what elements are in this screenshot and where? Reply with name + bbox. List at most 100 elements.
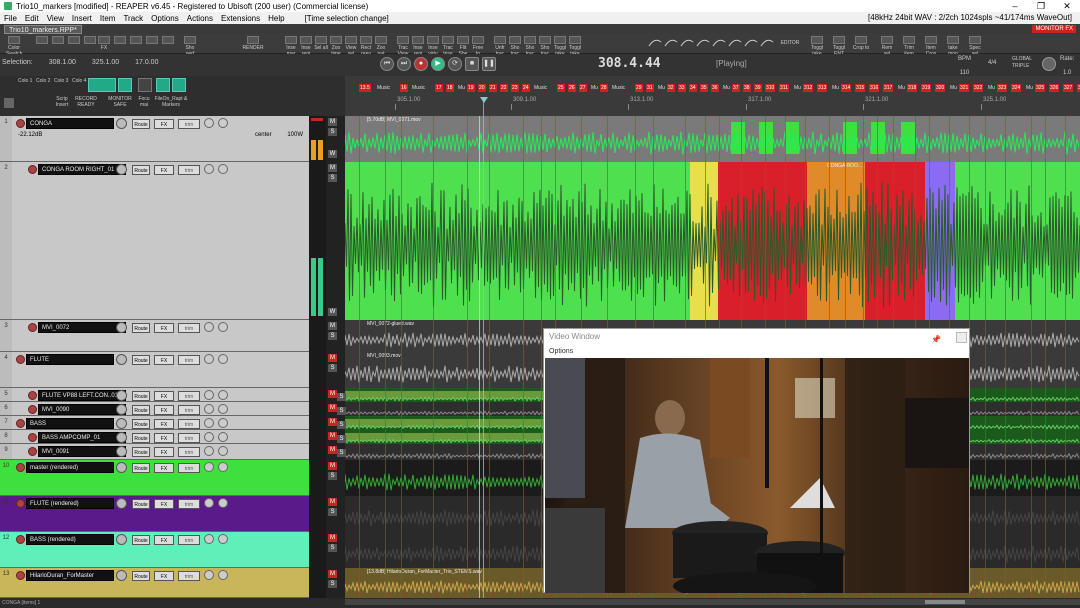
solo-button[interactable]: S [328, 472, 337, 480]
width-knob[interactable] [218, 418, 228, 428]
fx-button[interactable]: FX [154, 405, 174, 415]
mute-button[interactable]: M [328, 432, 337, 440]
fx-button[interactable]: FX [154, 419, 174, 429]
track-name[interactable]: FLUTE VP88 LEFT.CON..01 [38, 390, 126, 401]
monitor-fx-button[interactable]: MONITOR FX [1032, 25, 1076, 33]
disk-button[interactable] [66, 36, 82, 52]
trim-button[interactable]: trim [178, 355, 200, 365]
toolbar-action-10[interactable]: Trac Inse [441, 36, 455, 57]
mute-button[interactable]: M [328, 164, 337, 172]
perf-button[interactable]: Sho perf [182, 36, 198, 57]
pan-knob[interactable] [204, 418, 214, 428]
mute-button[interactable]: M [328, 446, 337, 454]
menu-extensions[interactable]: Extensions [217, 14, 264, 23]
fx-button[interactable]: FX [154, 447, 174, 457]
marker-label[interactable]: 317 [883, 84, 894, 92]
marker-label[interactable]: 310 [765, 84, 776, 92]
curve2-icon[interactable] [680, 36, 694, 52]
record-arm-button[interactable] [16, 355, 25, 364]
focus-main-button[interactable]: Focu mai [136, 96, 152, 108]
track-panel-12[interactable]: 12 BASS (rendered) Route FX trim [0, 532, 309, 568]
fx-button[interactable]: FX [154, 535, 174, 545]
menu-file[interactable]: File [0, 14, 21, 23]
route-button[interactable]: Route [132, 165, 150, 175]
toolbar-edit-action-0[interactable]: Toggl take [808, 36, 826, 57]
volume-knob[interactable] [116, 432, 127, 443]
toolbar-edit-action-5[interactable]: Item Cros [922, 36, 940, 57]
pan-knob[interactable] [204, 462, 214, 472]
record-arm-button[interactable] [28, 433, 37, 442]
time-signature[interactable]: 4/4 [988, 60, 996, 66]
grid-toggle-icon[interactable] [156, 78, 170, 92]
fx-button[interactable]: FX [154, 463, 174, 473]
solo-button[interactable]: S [328, 544, 337, 552]
record-arm-button[interactable] [16, 499, 25, 508]
trim-button[interactable]: trim [178, 405, 200, 415]
pan-knob[interactable] [204, 534, 214, 544]
route-button[interactable]: Route [132, 419, 150, 429]
marker-label[interactable]: Music [411, 84, 426, 92]
marker-label[interactable]: 33 [678, 84, 686, 92]
marker-label[interactable]: Mu [949, 84, 958, 92]
menu-insert[interactable]: Insert [68, 14, 96, 23]
trim-button[interactable]: trim [178, 419, 200, 429]
menu-actions[interactable]: Actions [183, 14, 217, 23]
track-name[interactable]: BASS (rendered) [26, 534, 114, 545]
sliders-button[interactable] [128, 36, 144, 52]
width-knob[interactable] [218, 390, 228, 400]
marker-label[interactable]: 29 [635, 84, 643, 92]
marker-label[interactable]: 38 [743, 84, 751, 92]
width-knob[interactable] [218, 118, 228, 128]
sync-display[interactable]: GLOBAL TRIPLE [1012, 56, 1032, 70]
route-button[interactable]: Route [132, 463, 150, 473]
toolbar-action-12[interactable]: Free to [471, 36, 485, 57]
toolbar-action-0[interactable]: Inse mar [284, 36, 298, 57]
mute-button[interactable]: M [328, 354, 337, 362]
go-to-end-button[interactable]: ⏭ [397, 57, 411, 71]
play-button[interactable]: ▶ [431, 57, 445, 71]
track-panel-10[interactable]: 10 master (rendered) Route FX trim [0, 460, 309, 496]
record-arm-button[interactable] [16, 571, 25, 580]
menu-track[interactable]: Track [119, 14, 147, 23]
pin-icon[interactable]: 📌 [931, 332, 941, 348]
track-name[interactable]: FLUTE [26, 354, 114, 365]
record-arm-button[interactable] [28, 405, 37, 414]
pan-knob[interactable] [204, 446, 214, 456]
mute-button[interactable]: M [328, 534, 337, 542]
snap-icon[interactable] [172, 78, 186, 92]
width-knob[interactable] [218, 446, 228, 456]
track-name[interactable]: BASS AMPCOMP_01 [38, 432, 126, 443]
width-knob[interactable] [218, 404, 228, 414]
marker-label[interactable]: 31 [646, 84, 654, 92]
toolbar-action-7[interactable]: Trac View [396, 36, 410, 57]
marker-label[interactable]: 25 [557, 84, 565, 92]
toolbar-action-18[interactable]: Toggl take [568, 36, 582, 57]
track-panel-3[interactable]: 3 MVI_0072 Route FX trim [0, 320, 309, 352]
route-button[interactable]: Route [132, 535, 150, 545]
close-icon[interactable] [956, 332, 967, 343]
markers-button[interactable]: FileOn_Rapt & Markers [154, 96, 188, 108]
volume-knob[interactable] [116, 118, 127, 129]
trim-button[interactable]: trim [178, 535, 200, 545]
pan-knob[interactable] [204, 164, 214, 174]
track-name[interactable]: MVI_0091 [38, 446, 126, 457]
toolbar-action-3[interactable]: Zoo time [329, 36, 343, 57]
record-arm-button[interactable] [16, 119, 25, 128]
marker-label[interactable]: 21 [489, 84, 497, 92]
marker-label[interactable]: 34 [689, 84, 697, 92]
marker-label[interactable]: 320 [935, 84, 946, 92]
mute-button[interactable]: M [328, 118, 337, 126]
project-tab[interactable]: Trio10_markers.RPP* [4, 25, 82, 34]
route-button[interactable]: Route [132, 571, 150, 581]
marker-label[interactable]: 311 [779, 84, 789, 92]
marker-label[interactable]: 20 [478, 84, 486, 92]
pan-knob[interactable] [204, 404, 214, 414]
marker-label[interactable]: 18 [446, 84, 454, 92]
track-name[interactable]: HilarioDuran_ForMaster [26, 570, 114, 581]
marker-label[interactable]: 324 [1011, 84, 1022, 92]
pan-knob[interactable] [204, 390, 214, 400]
trim-button[interactable]: trim [178, 571, 200, 581]
marker-label[interactable]: Mu [831, 84, 840, 92]
track-panel-5[interactable]: 5 FLUTE VP88 LEFT.CON..01 Route FX trim [0, 388, 309, 402]
marker-label[interactable]: 35 [700, 84, 708, 92]
